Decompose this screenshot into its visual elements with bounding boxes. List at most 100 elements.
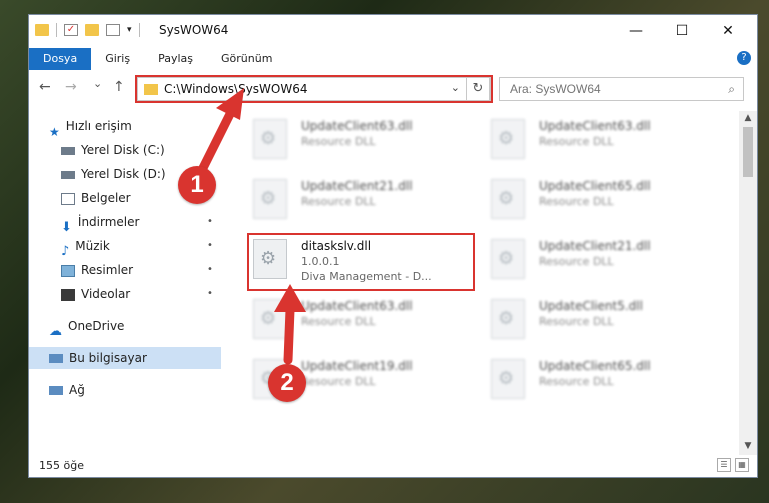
- sidebar-item-network[interactable]: Ağ: [49, 379, 85, 401]
- pin-icon[interactable]: •: [207, 288, 213, 299]
- file-tile[interactable]: UpdateClient5.dll Resource DLL: [491, 295, 711, 345]
- tab-view[interactable]: Görünüm: [207, 48, 286, 70]
- sidebar-item-quick-access[interactable]: ★ Hızlı erişim: [49, 115, 132, 139]
- maximize-button[interactable]: ☐: [659, 15, 705, 47]
- dll-file-icon: [491, 239, 525, 279]
- dll-file-icon: [491, 299, 525, 339]
- file-name: UpdateClient21.dll: [301, 179, 413, 193]
- sidebar-item-drive-c[interactable]: Yerel Disk (C:): [61, 139, 165, 161]
- file-description: Resource DLL: [301, 135, 376, 148]
- address-highlight-box: [135, 75, 493, 103]
- sidebar-item-downloads[interactable]: ⬇ İndirmeler: [61, 211, 140, 235]
- file-tile[interactable]: UpdateClient65.dll Resource DLL: [491, 175, 711, 225]
- forward-button[interactable]: →: [65, 79, 77, 95]
- star-icon: ★: [49, 124, 60, 139]
- file-tile[interactable]: UpdateClient21.dll Resource DLL: [253, 175, 473, 225]
- sidebar-item-label: Yerel Disk (D:): [81, 167, 166, 181]
- sidebar-item-label: Yerel Disk (C:): [81, 143, 165, 157]
- scroll-down-icon[interactable]: ▼: [739, 441, 757, 451]
- file-tile[interactable]: UpdateClient63.dll Resource DLL: [253, 115, 473, 165]
- sidebar-item-pictures[interactable]: Resimler: [61, 259, 133, 281]
- sidebar-item-label: Müzik: [75, 239, 110, 253]
- sidebar-item-label: Bu bilgisayar: [69, 351, 147, 365]
- sidebar-item-documents[interactable]: Belgeler: [61, 187, 131, 209]
- pin-icon[interactable]: •: [207, 240, 213, 251]
- file-name: UpdateClient65.dll: [539, 359, 651, 373]
- tiles-view-icon[interactable]: ▦: [735, 458, 749, 472]
- search-icon[interactable]: ⌕: [728, 82, 735, 97]
- file-list: UpdateClient63.dll Resource DLL UpdateCl…: [229, 111, 741, 451]
- title-bar: ✓ ▾ SysWOW64 — ☐ ✕: [29, 15, 757, 47]
- vertical-scrollbar[interactable]: ▲ ▼: [739, 111, 757, 455]
- sidebar-item-drive-d[interactable]: Yerel Disk (D:): [61, 163, 166, 185]
- customize-icon[interactable]: [106, 24, 120, 36]
- search-input[interactable]: [508, 81, 712, 97]
- pictures-icon: [61, 264, 75, 277]
- file-name: UpdateClient65.dll: [539, 179, 651, 193]
- documents-icon: [61, 192, 75, 205]
- music-icon: ♪: [61, 243, 70, 259]
- drive-icon: [61, 170, 75, 179]
- new-folder-icon[interactable]: [85, 24, 99, 36]
- pin-icon[interactable]: •: [207, 264, 213, 275]
- file-tile[interactable]: UpdateClient65.dll Resource DLL: [491, 355, 711, 405]
- sidebar-item-this-pc[interactable]: Bu bilgisayar: [29, 347, 221, 369]
- quick-access-toolbar: ✓ ▾: [35, 23, 140, 37]
- divider: [138, 23, 140, 37]
- view-switcher: ☰ ▦: [717, 458, 749, 472]
- scroll-up-icon[interactable]: ▲: [739, 113, 757, 123]
- sidebar-item-onedrive[interactable]: ☁ OneDrive: [49, 315, 124, 339]
- tab-home[interactable]: Giriş: [91, 48, 144, 70]
- file-name: UpdateClient63.dll: [539, 119, 651, 133]
- videos-icon: [61, 288, 75, 301]
- folder-icon: [35, 24, 49, 36]
- recent-locations-button[interactable]: ⌄: [93, 77, 102, 90]
- tab-share[interactable]: Paylaş: [144, 48, 207, 70]
- navigation-pane: ★ Hızlı erişim Yerel Disk (C:) Yerel Disk…: [29, 111, 221, 451]
- cloud-icon: ☁: [49, 323, 62, 339]
- dll-file-icon: [491, 179, 525, 219]
- pin-icon[interactable]: •: [207, 216, 213, 227]
- dll-file-icon: [253, 179, 287, 219]
- chevron-down-icon[interactable]: ▾: [127, 25, 132, 35]
- file-description: Resource DLL: [301, 375, 376, 388]
- file-tile[interactable]: UpdateClient63.dll Resource DLL: [491, 115, 711, 165]
- ribbon-tabs: Dosya Giriş Paylaş Görünüm: [29, 48, 757, 70]
- file-description: Resource DLL: [539, 255, 614, 268]
- explorer-window: ✓ ▾ SysWOW64 — ☐ ✕ Dosya Giriş Paylaş Gö…: [28, 14, 758, 478]
- properties-icon[interactable]: ✓: [64, 24, 78, 36]
- minimize-button[interactable]: —: [613, 15, 659, 47]
- file-name: UpdateClient63.dll: [301, 119, 413, 133]
- dll-file-icon: [491, 119, 525, 159]
- callout-2: 2: [268, 364, 306, 402]
- file-name: UpdateClient21.dll: [539, 239, 651, 253]
- file-description: Resource DLL: [539, 135, 614, 148]
- details-view-icon[interactable]: ☰: [717, 458, 731, 472]
- computer-icon: [49, 354, 63, 363]
- sidebar-item-label: Belgeler: [81, 191, 131, 205]
- file-description: Resource DLL: [539, 375, 614, 388]
- help-icon[interactable]: ?: [737, 51, 751, 65]
- sidebar-item-label: Hızlı erişim: [65, 119, 132, 133]
- downloads-icon: ⬇: [61, 219, 72, 235]
- network-icon: [49, 386, 63, 395]
- sidebar-item-music[interactable]: ♪ Müzik: [61, 235, 110, 259]
- up-button[interactable]: ↑: [113, 79, 125, 95]
- back-button[interactable]: ←: [39, 79, 51, 95]
- callout-1: 1: [178, 166, 216, 204]
- file-name: UpdateClient19.dll: [301, 359, 413, 373]
- sidebar-item-label: Videolar: [81, 287, 131, 301]
- dll-file-icon: [253, 299, 287, 339]
- file-highlight-box: [247, 233, 475, 291]
- sidebar-item-label: İndirmeler: [77, 215, 140, 229]
- item-count: 155 öğe: [39, 459, 84, 472]
- close-button[interactable]: ✕: [705, 15, 751, 47]
- divider: [56, 23, 57, 37]
- tab-file[interactable]: Dosya: [29, 48, 92, 70]
- file-description: Resource DLL: [301, 315, 376, 328]
- file-tile[interactable]: UpdateClient63.dll Resource DLL: [253, 295, 473, 345]
- search-box[interactable]: ⌕: [499, 77, 744, 101]
- scroll-thumb[interactable]: [743, 127, 753, 177]
- file-tile[interactable]: UpdateClient21.dll Resource DLL: [491, 235, 711, 285]
- sidebar-item-videos[interactable]: Videolar: [61, 283, 130, 305]
